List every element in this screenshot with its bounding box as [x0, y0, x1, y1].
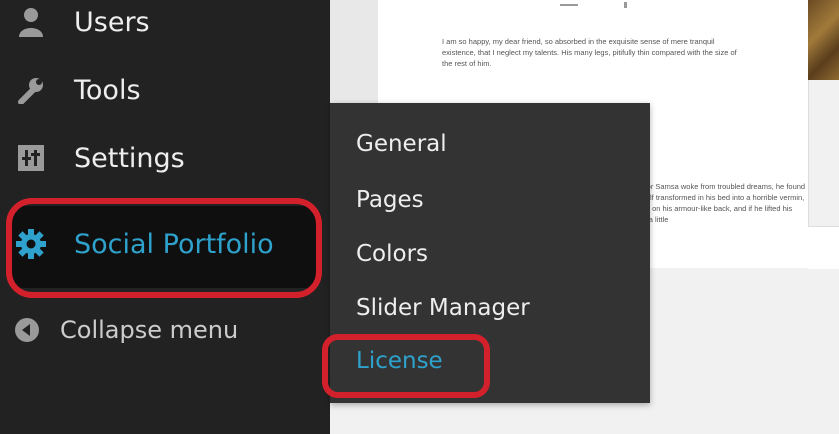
submenu-item-pages[interactable]: Pages: [356, 187, 424, 213]
sidebar-item-label: Collapse menu: [60, 316, 239, 344]
settings-sliders-icon: [14, 145, 48, 171]
sidebar-item-label: Tools: [74, 74, 141, 106]
collapse-arrow-icon: [10, 317, 44, 343]
sidebar-item-users[interactable]: Users: [0, 0, 330, 52]
users-icon: [14, 7, 48, 37]
preview-image: [808, 0, 839, 80]
preview-paragraph: I am so happy, my dear friend, so absorb…: [442, 37, 737, 68]
preview-divider: [560, 4, 578, 6]
preview-band: [808, 226, 839, 269]
submenu-item-slider-manager[interactable]: Slider Manager: [356, 295, 530, 321]
annotation-highlight: [6, 198, 322, 298]
submenu-item-general[interactable]: General: [356, 131, 447, 157]
preview-mark: [624, 2, 627, 8]
sidebar-item-label: Users: [74, 6, 150, 38]
sidebar-item-label: Settings: [74, 142, 185, 174]
sidebar-item-tools[interactable]: Tools: [0, 60, 330, 120]
collapse-menu-button[interactable]: Collapse menu: [0, 300, 330, 360]
annotation-highlight: [322, 334, 490, 398]
submenu-item-colors[interactable]: Colors: [356, 241, 428, 267]
wrench-icon: [14, 76, 48, 104]
preview-paragraph: Gregor Samsa woke from troubled dreams, …: [630, 182, 806, 224]
sidebar-item-settings[interactable]: Settings: [0, 128, 330, 188]
